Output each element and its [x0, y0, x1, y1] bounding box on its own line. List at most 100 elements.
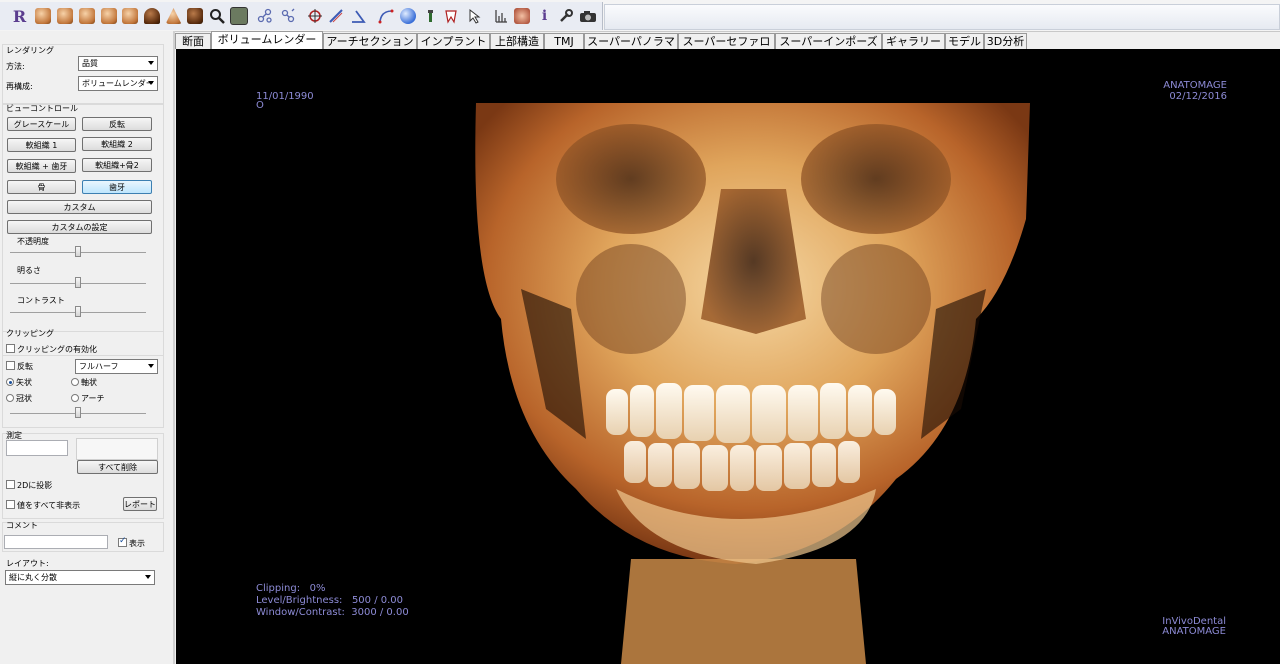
- face-profile-icon[interactable]: [164, 6, 183, 26]
- face-three-quarter-icon[interactable]: [55, 6, 74, 26]
- chevron-down-icon: [148, 81, 154, 85]
- tab-bar: 断面 ボリュームレンダー アーチセクション インプラント 上部構造 TMJ スー…: [175, 31, 1280, 49]
- contrast-label: コントラスト: [17, 296, 65, 305]
- tooth-icon[interactable]: [441, 6, 460, 26]
- tab-model[interactable]: モデル: [945, 33, 984, 49]
- enable-clipping-label: クリッピングの有効化: [17, 345, 97, 354]
- tab-super-panorama[interactable]: スーパーパノラマ: [584, 33, 678, 49]
- show-comment-label: 表示: [129, 539, 145, 548]
- opacity-slider[interactable]: [10, 246, 146, 257]
- soft-tissue-teeth-button[interactable]: 軟組織 + 歯牙: [7, 159, 76, 173]
- toolbar-empty-area: [604, 4, 1280, 30]
- delete-all-button[interactable]: すべて削除: [77, 460, 158, 474]
- soft-tissue-1-button[interactable]: 軟組織 1: [7, 138, 76, 152]
- volume-render-viewport[interactable]: 11/01/1990 O ANATOMAGE 02/12/2016 Clippi…: [176, 49, 1280, 664]
- angle-icon[interactable]: [348, 6, 367, 26]
- skull-bottom-icon[interactable]: [142, 6, 161, 26]
- measure-value-field[interactable]: [6, 440, 68, 456]
- patient-birth-date: 11/01/1990: [256, 91, 314, 102]
- cursor-icon[interactable]: [465, 6, 484, 26]
- hide-values-checkbox[interactable]: [6, 500, 15, 509]
- ruler-icon[interactable]: [326, 6, 345, 26]
- axial-radio[interactable]: [71, 378, 79, 386]
- brand-bottom-company: ANATOMAGE: [1162, 626, 1226, 637]
- tab-volume-render[interactable]: ボリュームレンダー: [211, 31, 323, 49]
- curve-icon[interactable]: [376, 6, 395, 26]
- tab-implant[interactable]: インプラント: [417, 33, 490, 49]
- window-readout: Window/Contrast: 3000 / 0.00: [256, 607, 409, 618]
- tab-tmj[interactable]: TMJ: [544, 33, 584, 49]
- skull-3d-render[interactable]: [176, 49, 1280, 664]
- method-label: 方法:: [6, 62, 25, 71]
- orbit-left: [556, 124, 706, 234]
- clipping-slider-thumb[interactable]: [75, 407, 81, 418]
- sphere-icon[interactable]: [398, 6, 417, 26]
- face-left-icon[interactable]: [33, 6, 52, 26]
- project-2d-label: 2Dに投影: [17, 481, 53, 490]
- image-icon[interactable]: [229, 6, 248, 26]
- contrast-slider[interactable]: [10, 306, 146, 317]
- soft-tissue-2-button[interactable]: 軟組織 2: [82, 137, 152, 151]
- custom-settings-button[interactable]: カスタムの設定: [7, 220, 152, 234]
- face-profile-right-icon[interactable]: [120, 6, 139, 26]
- show-comment-checkbox[interactable]: [118, 536, 127, 547]
- reconstruct-select[interactable]: ボリュームレンダー: [78, 76, 158, 91]
- brightness-slider[interactable]: [10, 277, 146, 288]
- measure-list[interactable]: [76, 438, 158, 460]
- teeth-button[interactable]: 歯牙: [82, 180, 152, 194]
- camera-icon[interactable]: [578, 6, 597, 26]
- sinus-left: [576, 244, 686, 354]
- invert-button[interactable]: 反転: [82, 117, 152, 131]
- tab-section[interactable]: 断面: [175, 33, 211, 49]
- clipping-readout: Clipping: 0%: [256, 583, 326, 594]
- sagittal-radio[interactable]: [6, 378, 14, 386]
- reconstruct-value: ボリュームレンダー: [82, 79, 154, 88]
- tab-gallery[interactable]: ギャラリー: [882, 33, 945, 49]
- brightness-label: 明るさ: [17, 266, 41, 275]
- face-right-icon[interactable]: [99, 6, 118, 26]
- clipping-invert-checkbox[interactable]: [6, 361, 15, 370]
- arch-radio[interactable]: [71, 394, 79, 402]
- tab-super-ceph[interactable]: スーパーセファロ: [678, 33, 775, 49]
- bone-button[interactable]: 骨: [7, 180, 76, 194]
- chevron-down-icon: [145, 575, 151, 579]
- clipping-mode-value: フルハーフ: [79, 362, 119, 371]
- project-2d-checkbox[interactable]: [6, 480, 15, 489]
- method-select[interactable]: 品質: [78, 56, 158, 71]
- sinus-right: [821, 244, 931, 354]
- wrench-icon[interactable]: [556, 6, 575, 26]
- molecule-icon[interactable]: [255, 6, 274, 26]
- report-button[interactable]: レポート: [123, 497, 157, 511]
- skull-front-icon[interactable]: [185, 6, 204, 26]
- clipping-slider[interactable]: [10, 407, 146, 418]
- brightness-slider-thumb[interactable]: [75, 277, 81, 288]
- tab-superimpose[interactable]: スーパーインポーズ: [775, 33, 882, 49]
- face-front-icon[interactable]: [77, 6, 96, 26]
- layout-select[interactable]: 縦に丸く分散: [5, 570, 155, 585]
- enable-clipping-checkbox[interactable]: [6, 344, 15, 353]
- molecule-2-icon[interactable]: [278, 6, 297, 26]
- tooth-3d-icon[interactable]: [512, 6, 531, 26]
- measure-icon[interactable]: [491, 6, 510, 26]
- comment-input[interactable]: [4, 535, 108, 549]
- level-readout: Level/Brightness: 500 / 0.00: [256, 595, 404, 606]
- tab-3d-analysis[interactable]: 3D分析: [984, 33, 1027, 49]
- render-icon[interactable]: R: [10, 6, 29, 26]
- hide-values-label: 値をすべて非表示: [17, 501, 81, 510]
- rendering-title: レンダリング: [6, 46, 54, 55]
- tab-arch-section[interactable]: アーチセクション: [323, 33, 417, 49]
- info-icon[interactable]: i: [535, 6, 554, 26]
- pin-icon[interactable]: [420, 6, 439, 26]
- grayscale-button[interactable]: グレースケール: [7, 117, 76, 131]
- opacity-slider-thumb[interactable]: [75, 246, 81, 257]
- clipping-mode-select[interactable]: フルハーフ: [75, 359, 158, 374]
- search-icon[interactable]: [207, 6, 226, 26]
- chevron-down-icon: [148, 364, 154, 368]
- tab-superstructure[interactable]: 上部構造: [490, 33, 544, 49]
- contrast-slider-thumb[interactable]: [75, 306, 81, 317]
- orbit-right: [801, 124, 951, 234]
- custom-button[interactable]: カスタム: [7, 200, 152, 214]
- target-icon[interactable]: [305, 6, 324, 26]
- coronal-radio[interactable]: [6, 394, 14, 402]
- soft-tissue-bone2-button[interactable]: 軟組織+骨2: [82, 158, 152, 172]
